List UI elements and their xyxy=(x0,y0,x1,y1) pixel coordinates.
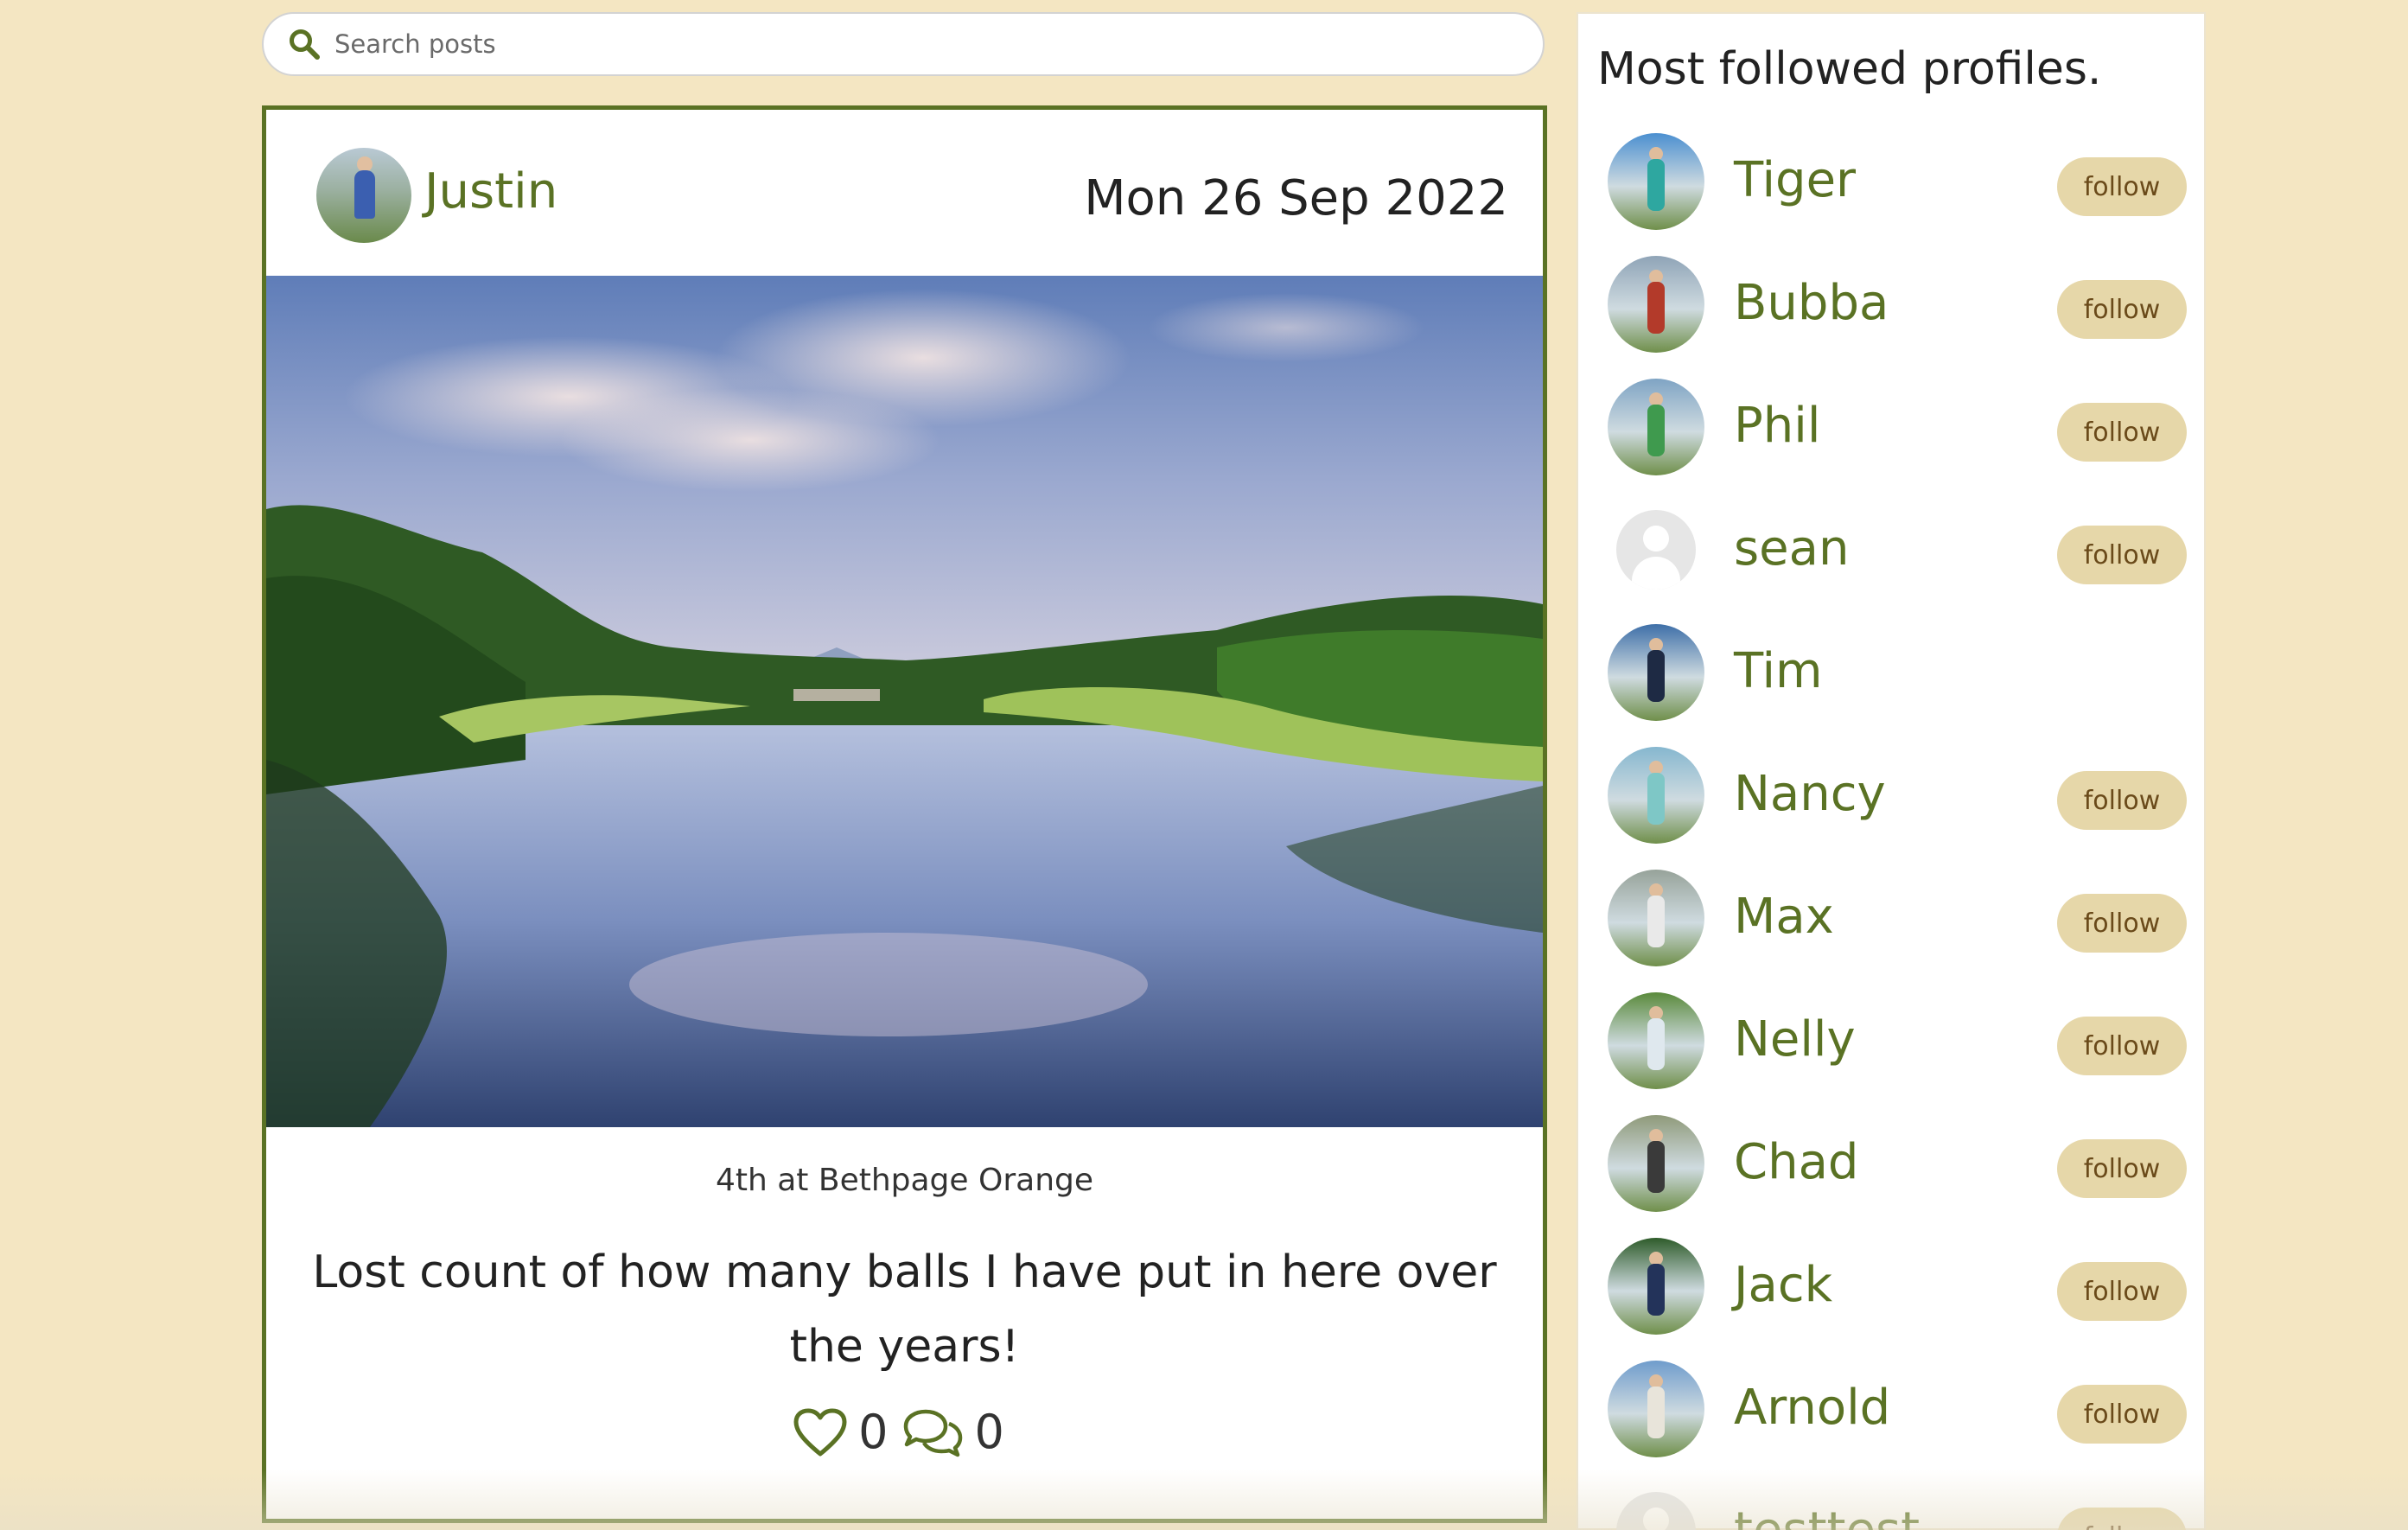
follow-button[interactable]: follow xyxy=(2057,526,2187,584)
post-body: Lost count of how many balls I have put … xyxy=(312,1246,1497,1373)
follow-button[interactable]: follow xyxy=(2057,280,2187,339)
profile-name-link[interactable]: Max xyxy=(1734,889,1834,945)
profile-row: Phil follow xyxy=(1608,379,2187,475)
post-card: Justin Mon 26 Sep 2022 4th at Bethpage O… xyxy=(262,105,1547,1523)
follow-button[interactable]: follow xyxy=(2057,403,2187,462)
follow-button[interactable]: follow xyxy=(2057,1139,2187,1198)
search-input[interactable] xyxy=(333,29,1460,60)
profile-avatar[interactable] xyxy=(1608,870,1704,966)
profile-name-link[interactable]: Nelly xyxy=(1734,1011,1856,1068)
profile-name-link[interactable]: sean xyxy=(1734,520,1849,577)
most-followed-sidebar: Most followed profiles. Tiger follow Bubba… xyxy=(1577,12,2206,1530)
profile-row: testtest follow xyxy=(1608,1483,2187,1530)
comments-count: 0 xyxy=(974,1405,1004,1459)
profile-avatar[interactable] xyxy=(1608,624,1704,721)
profile-avatar[interactable] xyxy=(1608,133,1704,230)
likes-count: 0 xyxy=(858,1405,889,1459)
profile-name-link[interactable]: Tiger xyxy=(1734,152,1856,208)
profile-name-link[interactable]: Tim xyxy=(1734,643,1823,699)
search-icon xyxy=(288,27,322,61)
search-bar[interactable] xyxy=(262,12,1545,76)
follow-button[interactable]: follow xyxy=(2057,1017,2187,1075)
profile-name-link[interactable]: testtest xyxy=(1734,1502,1920,1530)
follow-button[interactable]: follow xyxy=(2057,771,2187,830)
post-caption: 4th at Bethpage Orange xyxy=(715,1163,1094,1198)
profile-name-link[interactable]: Arnold xyxy=(1734,1380,1890,1436)
author-name-link[interactable]: Justin xyxy=(424,163,557,220)
author-avatar[interactable] xyxy=(316,148,411,243)
page: Justin Mon 26 Sep 2022 xyxy=(0,0,2408,1530)
follow-button[interactable]: follow xyxy=(2057,894,2187,953)
post-date: Mon 26 Sep 2022 xyxy=(1084,170,1508,226)
profile-row: sean follow xyxy=(1608,501,2187,598)
profile-row: Jack follow xyxy=(1608,1238,2187,1335)
sidebar-title: Most followed profiles. xyxy=(1597,43,2102,95)
post-header: Justin Mon 26 Sep 2022 xyxy=(266,110,1543,276)
like-heart-icon[interactable] xyxy=(793,1407,848,1457)
profile-row: Tiger follow xyxy=(1608,133,2187,230)
profile-avatar[interactable] xyxy=(1608,256,1704,353)
profile-avatar[interactable] xyxy=(1608,1361,1704,1457)
profile-row: Tim xyxy=(1608,624,2187,721)
profile-avatar[interactable] xyxy=(1608,1115,1704,1212)
profile-avatar[interactable] xyxy=(1608,379,1704,475)
follow-button[interactable]: follow xyxy=(2057,157,2187,216)
profile-name-link[interactable]: Phil xyxy=(1734,398,1820,454)
profile-row: Nelly follow xyxy=(1608,992,2187,1089)
profile-avatar[interactable] xyxy=(1616,510,1696,590)
profile-name-link[interactable]: Jack xyxy=(1734,1257,1832,1313)
comments-icon[interactable] xyxy=(901,1407,965,1457)
profile-avatar[interactable] xyxy=(1608,992,1704,1089)
follow-button[interactable]: follow xyxy=(2057,1262,2187,1321)
profile-avatar[interactable] xyxy=(1608,1238,1704,1335)
follow-button[interactable]: follow xyxy=(2057,1385,2187,1444)
profile-row: Bubba follow xyxy=(1608,256,2187,353)
profile-name-link[interactable]: Nancy xyxy=(1734,766,1886,822)
follow-button[interactable]: follow xyxy=(2057,1508,2187,1530)
profile-row: Max follow xyxy=(1608,870,2187,966)
post-stats: 0 0 xyxy=(266,1405,1543,1459)
profile-name-link[interactable]: Chad xyxy=(1734,1134,1858,1190)
profile-row: Nancy follow xyxy=(1608,747,2187,844)
profile-row: Arnold follow xyxy=(1608,1361,2187,1457)
profile-row: Chad follow xyxy=(1608,1115,2187,1212)
profile-name-link[interactable]: Bubba xyxy=(1734,275,1889,331)
profile-avatar[interactable] xyxy=(1616,1492,1696,1530)
post-image[interactable] xyxy=(266,276,1543,1127)
profile-avatar[interactable] xyxy=(1608,747,1704,844)
